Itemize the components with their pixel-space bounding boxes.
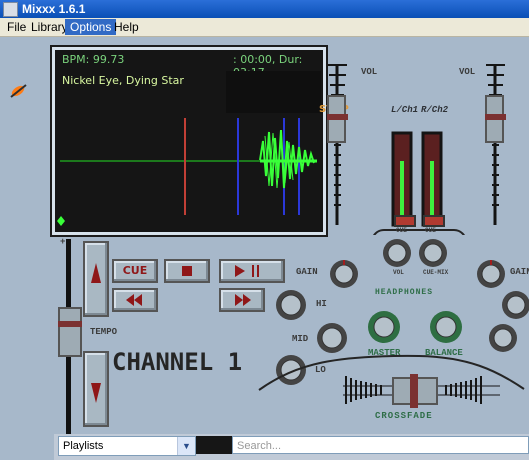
master-label: MASTER [368, 348, 401, 358]
channel-label: CHANNEL 1 [112, 348, 243, 376]
level-meters [391, 131, 443, 227]
menu-bar: File Library Options Help [0, 18, 529, 37]
balance-knob [430, 311, 462, 343]
waveform-graphic [57, 118, 317, 226]
tempo-slider[interactable] [58, 307, 82, 357]
hi-label: HI [316, 299, 327, 309]
fast-forward-icon [235, 294, 251, 306]
gain-left-label: GAIN [296, 267, 318, 277]
balance-label: BALANCE [425, 348, 463, 358]
menu-help[interactable]: Help [109, 19, 144, 35]
lo-label: LO [315, 365, 326, 375]
ch2-label: R/Ch2 [421, 105, 449, 115]
cue-left-indicator[interactable] [394, 215, 416, 227]
pitch-down-button[interactable] [83, 351, 109, 427]
right-volume-meter [485, 64, 506, 225]
cue-right-label: CUE [425, 227, 436, 234]
lo-knob [276, 355, 306, 385]
cue-button[interactable]: CUE [112, 259, 158, 283]
library-toolbar: Playlists ▼ Search... [54, 434, 529, 460]
pitch-up-button[interactable] [83, 241, 109, 317]
gain-left-knob [330, 260, 358, 288]
cue-left-label: CUE [396, 227, 407, 234]
playlist-dropdown-value: Playlists [63, 440, 104, 452]
play-pause-icon [235, 265, 259, 277]
logo-icon [10, 84, 27, 98]
arrow-down-icon [91, 383, 101, 403]
gain-right-knob [477, 260, 505, 288]
search-input[interactable]: Search... [232, 436, 529, 454]
headphones-label: HEADPHONES [375, 288, 434, 297]
headphone-vol-knob [383, 239, 411, 267]
mixer-graphic [327, 64, 506, 235]
tempo-plus: + [60, 237, 66, 247]
title-bar: Mixxx 1.6.1 [0, 0, 529, 18]
master-knob [368, 311, 400, 343]
mixxx-skin: BPM: 99.73 : 00:00, Dur: 03:17 Nickel Ey… [0, 37, 529, 460]
stop-icon [182, 266, 192, 276]
window-title: Mixxx 1.6.1 [22, 2, 86, 16]
mid-label: MID [292, 334, 309, 344]
chevron-down-icon[interactable]: ▼ [177, 437, 195, 455]
left-volume-meter [327, 64, 348, 225]
ch1-label: L/Ch1 [391, 105, 419, 115]
tempo-slider-mark [58, 321, 82, 327]
cue-mix-label: CUE-MIX [423, 269, 449, 276]
play-pause-button[interactable] [219, 259, 285, 283]
preview-slot [196, 436, 232, 454]
app-icon [3, 2, 18, 17]
stop-button[interactable] [164, 259, 210, 283]
waveform-display[interactable]: BPM: 99.73 : 00:00, Dur: 03:17 Nickel Ey… [52, 47, 349, 235]
vol-knob-label: VOL [393, 269, 404, 276]
right-vol-label: VOL [459, 67, 476, 77]
headphone-box [373, 229, 465, 235]
arrow-up-icon [91, 263, 101, 283]
cue-mix-knob [419, 239, 447, 267]
crossfade-label: CROSSFADE [375, 411, 433, 421]
left-vol-label: VOL [361, 67, 378, 77]
fast-forward-button[interactable] [219, 288, 265, 312]
right-eq-knob-mid [489, 324, 517, 352]
right-eq-knob-top [502, 291, 529, 319]
gain-right-label: GAIN [510, 267, 529, 277]
mid-knob [317, 323, 347, 353]
rewind-icon [126, 294, 142, 306]
playlist-dropdown[interactable]: Playlists ▼ [58, 436, 196, 456]
tempo-label: TEMPO [90, 327, 118, 337]
cue-right-indicator[interactable] [423, 215, 445, 227]
rewind-button[interactable] [112, 288, 158, 312]
hi-knob [276, 290, 306, 320]
crossfader-graphic [258, 354, 525, 408]
